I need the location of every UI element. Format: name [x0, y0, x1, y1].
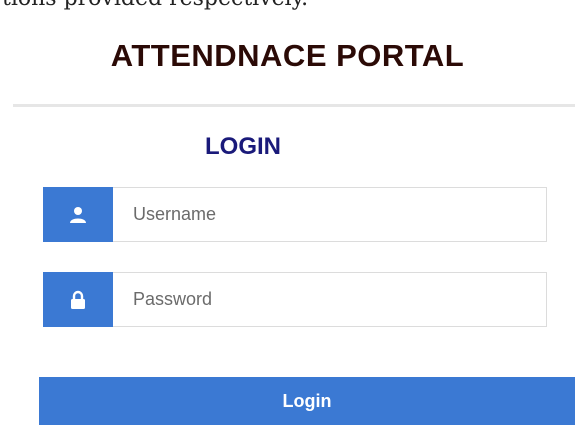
- password-input[interactable]: Password: [113, 272, 547, 327]
- password-field[interactable]: Password: [43, 272, 547, 327]
- username-field[interactable]: Username: [43, 187, 547, 242]
- user-icon: [43, 187, 113, 242]
- document-text-fragment: tions provided respectively.: [2, 0, 308, 11]
- login-heading: LOGIN: [205, 133, 281, 160]
- divider: [13, 104, 575, 107]
- portal-title: ATTENDNACE PORTAL: [110, 38, 465, 73]
- login-button[interactable]: Login: [39, 377, 575, 425]
- login-page: tions provided respectively. ATTENDNACE …: [0, 0, 575, 425]
- username-input[interactable]: Username: [113, 187, 547, 242]
- lock-icon: [43, 272, 113, 327]
